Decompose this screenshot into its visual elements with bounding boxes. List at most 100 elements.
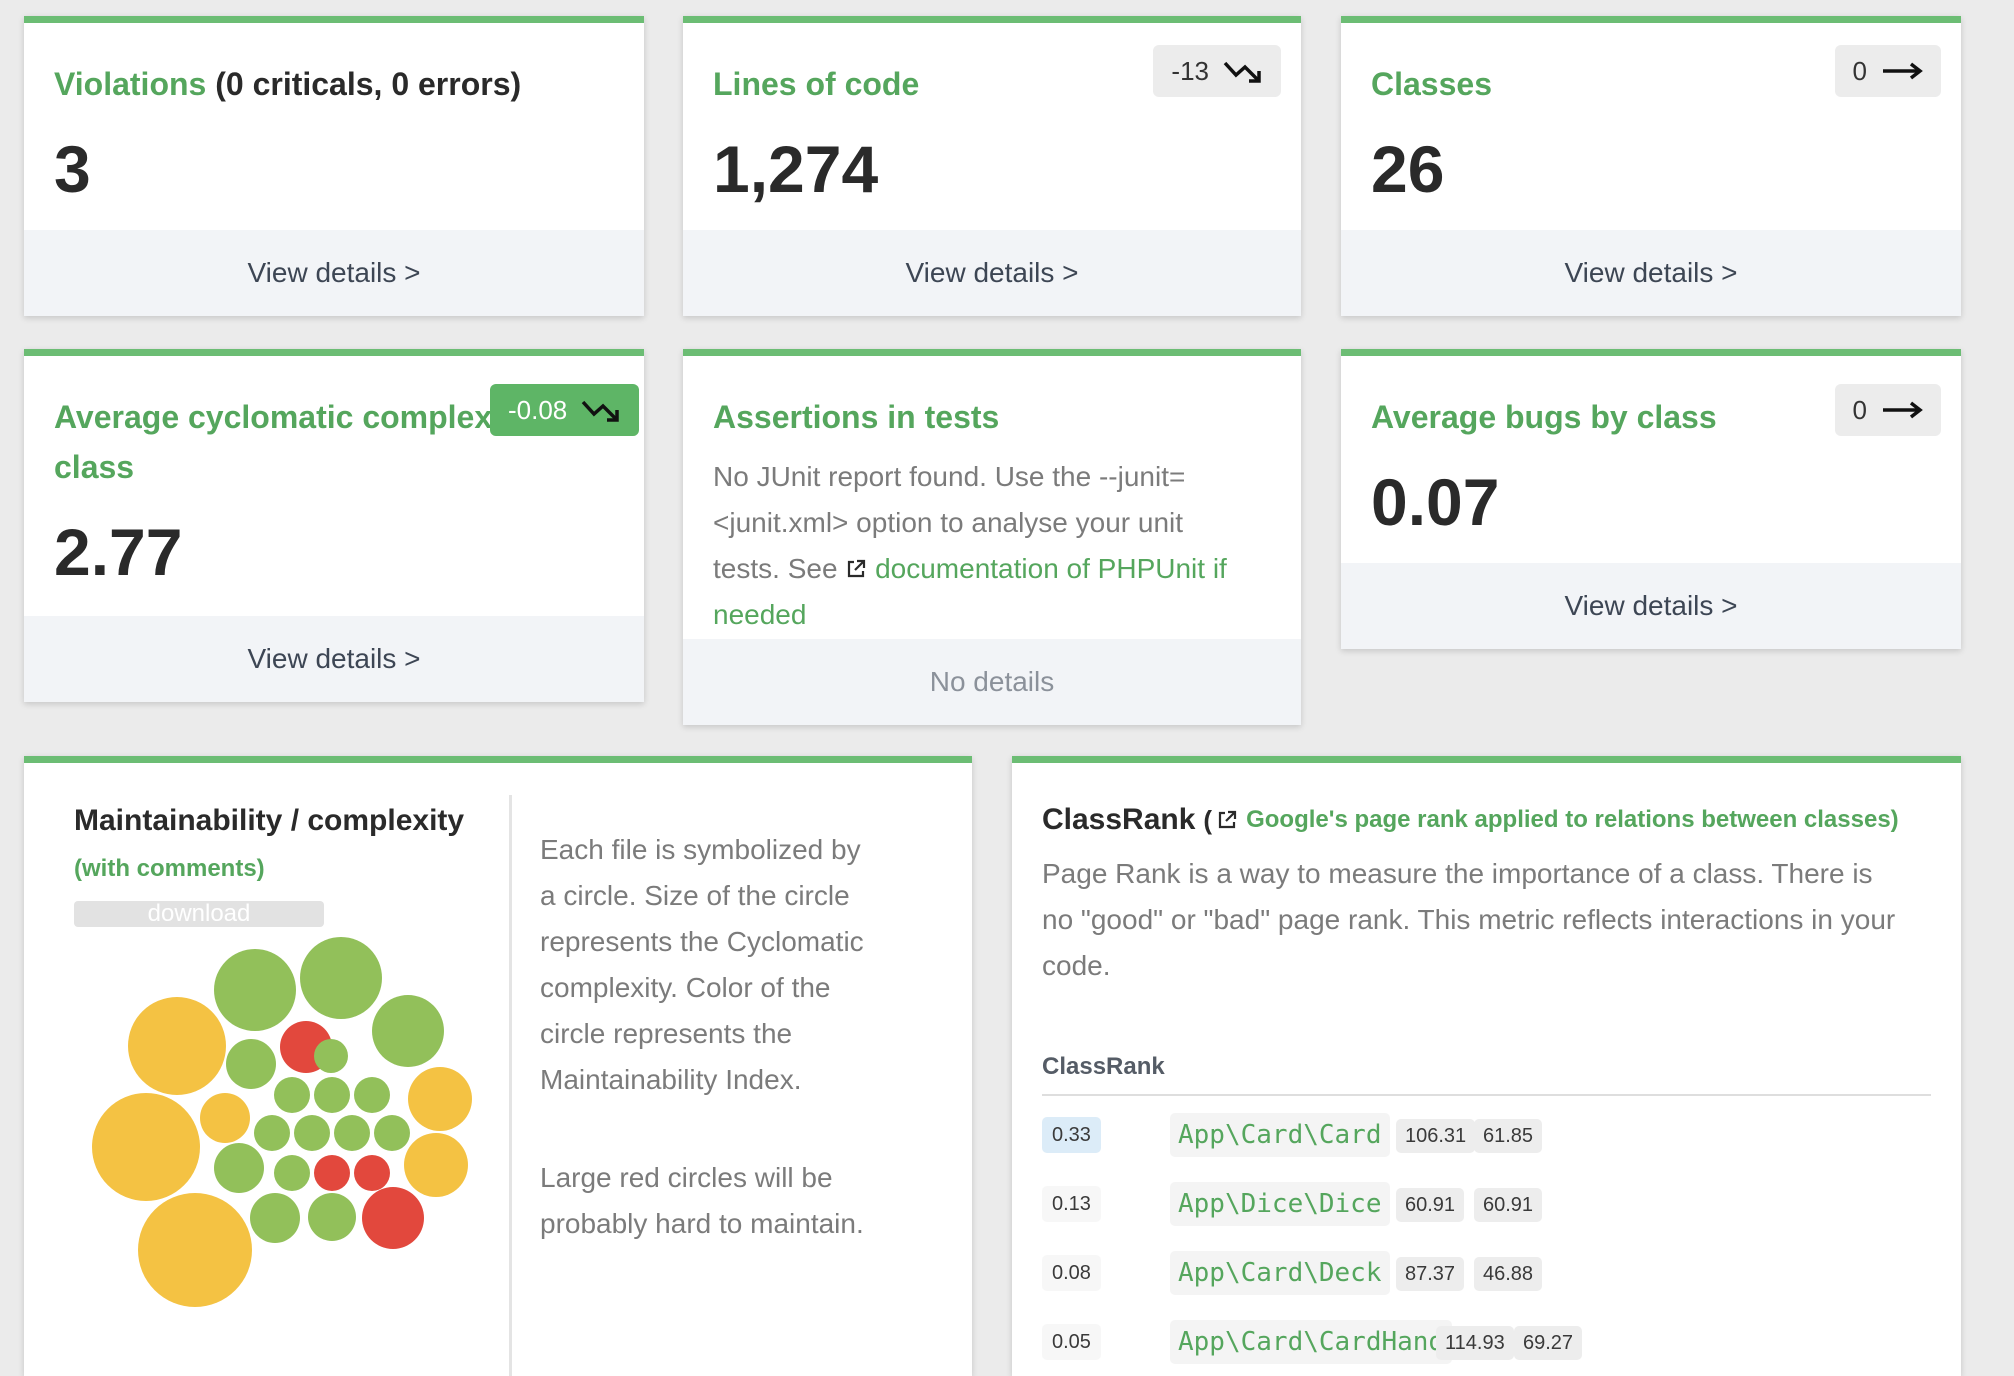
classrank-tag: 46.88	[1474, 1257, 1543, 1291]
classrank-title: ClassRank	[1042, 803, 1196, 836]
bubble	[92, 1093, 200, 1201]
classrank-tag: 60.91	[1396, 1188, 1465, 1222]
phpunit-link-line2[interactable]: needed	[713, 592, 1271, 638]
assertions-text-line2: <junit.xml> option to analyse your unit	[713, 507, 1184, 538]
assertions-text-line1: No JUnit report found. Use the --junit=	[713, 461, 1186, 492]
classrank-paren: (	[1203, 804, 1213, 835]
bubble	[314, 1039, 348, 1073]
classes-trend-badge: 0	[1834, 45, 1941, 97]
violations-view-details-link[interactable]: View details >	[24, 230, 644, 316]
phpunit-documentation-link[interactable]: documentation of PHPUnit if	[845, 553, 1227, 584]
maintainability-desc-line: Each file is symbolized by	[540, 834, 861, 865]
table-row: 0.13 App\Dice\Dice 60.91 60.91	[1042, 1182, 1931, 1228]
bubble	[362, 1187, 424, 1249]
bubble	[354, 1155, 390, 1191]
bubble	[314, 1077, 350, 1113]
bubble	[374, 1115, 410, 1151]
bubble	[354, 1077, 390, 1113]
classrank-tag: 114.93	[1436, 1326, 1514, 1360]
violations-label: Violations	[54, 66, 207, 102]
bugs-view-details-link[interactable]: View details >	[1341, 563, 1961, 649]
loc-view-details-link[interactable]: View details >	[683, 230, 1301, 316]
classes-value: 26	[1371, 132, 1445, 206]
classrank-section-divider	[1042, 1094, 1931, 1096]
lines-of-code-card: Lines of code 1,274 -13 View details >	[683, 16, 1301, 316]
maintainability-desc-line: Maintainability Index.	[540, 1064, 802, 1095]
classrank-description: Page Rank is a way to measure the import…	[1042, 851, 1931, 989]
bubble	[404, 1133, 468, 1197]
assertions-no-details: No details	[683, 639, 1301, 725]
bugs-trend-value: 0	[1852, 394, 1867, 425]
external-link-icon	[848, 559, 866, 578]
bubble	[300, 937, 382, 1019]
class-name-link[interactable]: App\Dice\Dice	[1170, 1182, 1390, 1226]
arrow-right-icon	[1883, 62, 1923, 80]
classrank-tag: 87.37	[1396, 1257, 1465, 1291]
trend-down-icon	[1223, 61, 1261, 83]
cyclomatic-trend-value: -0.08	[508, 394, 568, 425]
classes-trend-value: 0	[1852, 55, 1867, 86]
average-bugs-card: Average bugs by class 0.07 0 View detail…	[1341, 349, 1961, 649]
table-row: 0.33 App\Card\Card 106.31 61.85	[1042, 1113, 1931, 1159]
classrank-section-label: ClassRank	[1042, 1053, 1165, 1080]
class-name-link[interactable]: App\Card\Deck	[1170, 1251, 1390, 1295]
classrank-page-rank-link[interactable]: Google's page rank applied to relations …	[1246, 806, 1899, 834]
loc-value: 1,274	[713, 132, 879, 206]
bugs-value: 0.07	[1371, 465, 1500, 539]
violations-value: 3	[54, 132, 91, 206]
table-row: 0.08 App\Card\Deck 87.37 46.88	[1042, 1251, 1931, 1297]
assertions-text-line3: tests. See	[713, 553, 846, 584]
maintainability-bubble-chart	[24, 763, 524, 1376]
bugs-trend-badge: 0	[1834, 384, 1941, 436]
table-row: 0.05 App\Card\CardHand 114.93 69.27	[1042, 1320, 1931, 1366]
maintainability-desc2-line: probably hard to maintain.	[540, 1208, 864, 1239]
class-name-link[interactable]: App\Card\Card	[1170, 1113, 1390, 1157]
arrow-right-icon	[1883, 401, 1923, 419]
assertions-title: Assertions in tests	[713, 399, 1000, 435]
bubble	[314, 1155, 350, 1191]
maintainability-desc-line: circle represents the	[540, 1018, 793, 1049]
classrank-card: ClassRank ( Google's page rank applied t…	[1012, 756, 1961, 1376]
class-name-link[interactable]: App\Card\CardHand	[1170, 1320, 1453, 1364]
assertions-text: No JUnit report found. Use the --junit= …	[713, 454, 1271, 638]
bubble	[294, 1115, 330, 1151]
maintainability-desc2-line: Large red circles will be	[540, 1162, 833, 1193]
violations-subtitle: (0 criticals, 0 errors)	[215, 66, 522, 102]
classrank-tag: 60.91	[1474, 1188, 1543, 1222]
trend-down-icon	[581, 400, 620, 422]
classrank-score: 0.13	[1042, 1186, 1101, 1222]
cyclomatic-value: 2.77	[54, 515, 183, 589]
classrank-tag: 69.27	[1514, 1326, 1583, 1360]
classrank-header: ClassRank ( Google's page rank applied t…	[1042, 803, 1931, 837]
phpunit-link-line1[interactable]: documentation of PHPUnit if	[875, 553, 1227, 584]
external-link-icon	[1218, 810, 1237, 829]
bubble	[274, 1077, 310, 1113]
bubble	[138, 1193, 252, 1307]
classrank-desc-line: no "good" or "bad" page rank. This metri…	[1042, 904, 1896, 935]
loc-trend-badge: -13	[1153, 45, 1281, 97]
bubble	[128, 997, 226, 1095]
classes-view-details-link[interactable]: View details >	[1341, 230, 1961, 316]
classrank-desc-line: code.	[1042, 950, 1111, 981]
violations-card: Violations (0 criticals, 0 errors) 3 Vie…	[24, 16, 644, 316]
maintainability-desc-line: represents the Cyclomatic	[540, 926, 864, 957]
assertions-card: Assertions in tests No JUnit report foun…	[683, 349, 1301, 725]
bubble	[334, 1115, 370, 1151]
bubble	[214, 1143, 264, 1193]
classrank-score: 0.05	[1042, 1324, 1101, 1360]
maintainability-desc-line: a circle. Size of the circle	[540, 880, 850, 911]
bubble	[214, 949, 296, 1031]
bubble	[254, 1115, 290, 1151]
loc-trend-value: -13	[1171, 55, 1209, 86]
bubble	[226, 1039, 276, 1089]
bubble	[200, 1093, 250, 1143]
classrank-desc-line: Page Rank is a way to measure the import…	[1042, 858, 1873, 889]
classrank-score: 0.08	[1042, 1255, 1101, 1291]
classrank-score: 0.33	[1042, 1117, 1101, 1153]
bubble	[250, 1193, 300, 1243]
bubble	[408, 1067, 472, 1131]
maintainability-desc-line: complexity. Color of the	[540, 972, 831, 1003]
cyclomatic-view-details-link[interactable]: View details >	[24, 616, 644, 702]
classes-card: Classes 26 0 View details >	[1341, 16, 1961, 316]
violations-title: Violations (0 criticals, 0 errors)	[54, 59, 614, 109]
